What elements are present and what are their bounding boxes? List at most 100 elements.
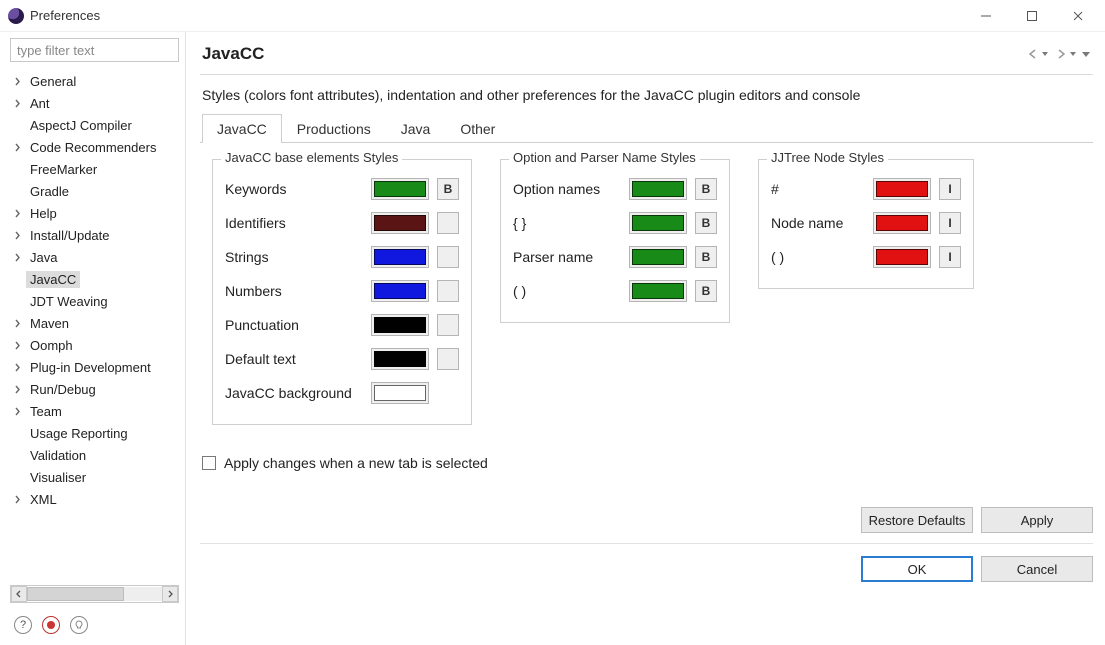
tree-item[interactable]: FreeMarker (6, 158, 183, 180)
chevron-down-icon (1041, 49, 1049, 59)
tree-item[interactable]: JavaCC (6, 268, 183, 290)
tree-item-label: JDT Weaving (26, 293, 112, 310)
cancel-button[interactable]: Cancel (981, 556, 1093, 582)
preferences-tree[interactable]: GeneralAnt AspectJ Compiler Code Recommend… (4, 68, 185, 581)
font-style-button[interactable] (437, 348, 459, 370)
apply-button[interactable]: Apply (981, 507, 1093, 533)
tree-item[interactable]: General (6, 70, 183, 92)
tree-item[interactable]: Oomph (6, 334, 183, 356)
tree-item[interactable]: Usage Reporting (6, 422, 183, 444)
tab[interactable]: JavaCC (202, 114, 282, 143)
tree-item[interactable]: Validation (6, 444, 183, 466)
bold-toggle-button[interactable]: B (695, 280, 717, 302)
tree-item[interactable]: Maven (6, 312, 183, 334)
expand-chevron-icon[interactable] (10, 96, 24, 110)
tree-item[interactable]: Java (6, 246, 183, 268)
tree-item[interactable]: Help (6, 202, 183, 224)
color-swatch-button[interactable] (371, 348, 429, 370)
style-label: Punctuation (225, 317, 365, 333)
expand-chevron-icon[interactable] (10, 206, 24, 220)
tree-item[interactable]: Team (6, 400, 183, 422)
font-style-button[interactable] (437, 212, 459, 234)
expand-chevron-icon[interactable] (10, 492, 24, 506)
scroll-right-icon[interactable] (162, 586, 178, 602)
maximize-button[interactable] (1009, 0, 1055, 32)
tree-item[interactable]: JDT Weaving (6, 290, 183, 312)
style-row: Strings (225, 240, 459, 274)
record-icon[interactable] (42, 616, 60, 634)
style-row: JavaCC background (225, 376, 459, 410)
expand-chevron-icon[interactable] (10, 140, 24, 154)
expand-chevron-icon[interactable] (10, 228, 24, 242)
tree-item[interactable]: Install/Update (6, 224, 183, 246)
tab[interactable]: Productions (282, 114, 386, 143)
minimize-button[interactable] (963, 0, 1009, 32)
italic-toggle-button[interactable]: I (939, 212, 961, 234)
tree-item-label: FreeMarker (26, 161, 101, 178)
color-swatch-button[interactable] (873, 178, 931, 200)
tree-item[interactable]: Gradle (6, 180, 183, 202)
color-swatch-button[interactable] (371, 382, 429, 404)
tree-item[interactable]: AspectJ Compiler (6, 114, 183, 136)
color-swatch-button[interactable] (873, 246, 931, 268)
tree-item-label: Usage Reporting (26, 425, 132, 442)
group-option-parser-styles: Option and Parser Name Styles Option nam… (500, 159, 730, 323)
tree-item[interactable]: Plug-in Development (6, 356, 183, 378)
color-swatch-button[interactable] (629, 212, 687, 234)
color-swatch-button[interactable] (371, 246, 429, 268)
style-label: # (771, 181, 867, 197)
bold-toggle-button[interactable]: B (437, 178, 459, 200)
expand-chevron-icon[interactable] (10, 316, 24, 330)
tree-item[interactable]: XML (6, 488, 183, 510)
italic-toggle-button[interactable]: I (939, 246, 961, 268)
style-row: { }B (513, 206, 717, 240)
restore-defaults-button[interactable]: Restore Defaults (861, 507, 973, 533)
style-label: Strings (225, 249, 365, 265)
filter-text-input[interactable] (10, 38, 179, 62)
group-legend: Option and Parser Name Styles (509, 150, 700, 165)
tree-item[interactable]: Run/Debug (6, 378, 183, 400)
font-style-button[interactable] (437, 314, 459, 336)
tab[interactable]: Java (386, 114, 446, 143)
expand-chevron-icon[interactable] (10, 250, 24, 264)
ok-button[interactable]: OK (861, 556, 973, 582)
color-swatch-button[interactable] (629, 280, 687, 302)
color-swatch-button[interactable] (371, 178, 429, 200)
tree-item[interactable]: Visualiser (6, 466, 183, 488)
bold-toggle-button[interactable]: B (695, 212, 717, 234)
style-label: Parser name (513, 249, 623, 265)
bold-toggle-button[interactable]: B (695, 178, 717, 200)
lightbulb-icon[interactable] (70, 616, 88, 634)
expand-chevron-icon[interactable] (10, 360, 24, 374)
forward-button[interactable] (1053, 48, 1077, 60)
expand-chevron-icon[interactable] (10, 382, 24, 396)
sidebar: GeneralAnt AspectJ Compiler Code Recommend… (0, 32, 186, 645)
color-swatch-button[interactable] (629, 178, 687, 200)
expand-chevron-icon[interactable] (10, 338, 24, 352)
style-row: #I (771, 172, 961, 206)
scroll-left-icon[interactable] (11, 586, 27, 602)
bold-toggle-button[interactable]: B (695, 246, 717, 268)
tree-item[interactable]: Ant (6, 92, 183, 114)
apply-changes-checkbox[interactable] (202, 456, 216, 470)
expand-chevron-icon[interactable] (10, 74, 24, 88)
close-button[interactable] (1055, 0, 1101, 32)
help-icon[interactable]: ? (14, 616, 32, 634)
color-swatch-button[interactable] (629, 246, 687, 268)
color-swatch-button[interactable] (873, 212, 931, 234)
tree-item[interactable]: Code Recommenders (6, 136, 183, 158)
style-label: Node name (771, 215, 867, 231)
tab[interactable]: Other (445, 114, 510, 143)
italic-toggle-button[interactable]: I (939, 178, 961, 200)
font-style-button[interactable] (437, 246, 459, 268)
sidebar-horizontal-scrollbar[interactable] (10, 585, 179, 603)
color-swatch-button[interactable] (371, 280, 429, 302)
style-label: Identifiers (225, 215, 365, 231)
expand-chevron-icon[interactable] (10, 404, 24, 418)
font-style-button[interactable] (437, 280, 459, 302)
color-swatch-button[interactable] (371, 212, 429, 234)
view-menu-icon[interactable] (1081, 49, 1091, 59)
color-swatch-button[interactable] (371, 314, 429, 336)
tree-item-label: AspectJ Compiler (26, 117, 136, 134)
back-button[interactable] (1025, 48, 1049, 60)
